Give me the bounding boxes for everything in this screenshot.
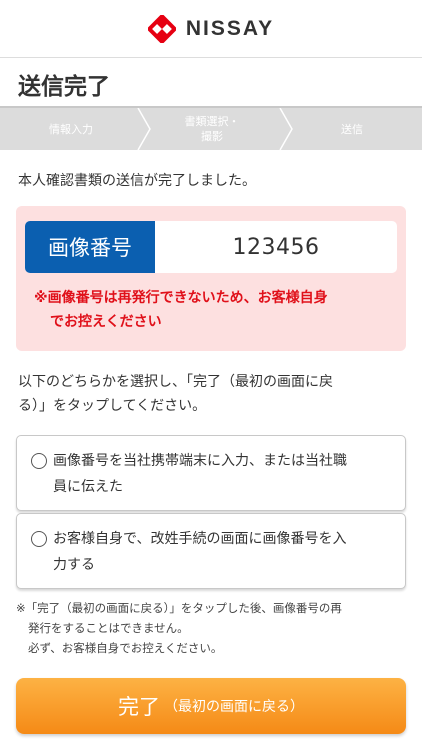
option-label-line1: 画像番号を当社携帯端末に入力、または当社職: [53, 453, 347, 469]
note-line3: 必ず、お客様自身でお控えください。: [28, 641, 223, 655]
option-self-entry[interactable]: お客様自身で、改姓手続の画面に画像番号を入 力する: [16, 513, 406, 589]
note-line1: ※「完了（最初の画面に戻る）」をタップした後、画像番号の再: [16, 601, 342, 615]
step-label: 書類選択・: [184, 115, 240, 128]
done-button-label: 完了: [118, 696, 160, 719]
step-label-line2: 撮影: [201, 130, 223, 143]
image-number-warning: ※画像番号は再発行できないため、お客様自身 でお控えください: [34, 286, 394, 334]
step-document-select: 書類選択・ 撮影: [142, 108, 282, 150]
warning-line1: ※画像番号は再発行できないため、お客様自身: [34, 290, 328, 306]
step-label: 情報入力: [49, 122, 93, 136]
completion-message: 本人確認書類の送信が完了しました。: [18, 173, 256, 189]
nissay-logo-icon: [147, 14, 176, 43]
done-button[interactable]: 完了 （最初の画面に戻る）: [16, 678, 406, 734]
step-label: 送信: [341, 122, 363, 136]
page-title: 送信完了: [18, 74, 110, 100]
brand-name: NISSAY: [185, 16, 275, 40]
image-number-value: 123456: [232, 234, 320, 260]
radio-button-icon[interactable]: [31, 531, 47, 547]
selection-instruction: 以下のどちらかを選択し、「完了（最初の画面に戻 る）」をタップしてください。: [18, 370, 408, 418]
progress-steps: 情報入力 書類選択・ 撮影 送信: [0, 108, 422, 150]
step-send: 送信: [282, 108, 422, 150]
notes: ※「完了（最初の画面に戻る）」をタップした後、画像番号の再 発行をすることはでき…: [16, 598, 412, 658]
warning-line2: でお控えください: [50, 314, 162, 330]
radio-button-icon[interactable]: [31, 453, 47, 469]
image-number-row: 画像番号 123456: [25, 221, 397, 273]
image-number-label: 画像番号: [25, 221, 155, 273]
option-label-line1: お客様自身で、改姓手続の画面に画像番号を入: [53, 531, 347, 547]
step-info-input: 情報入力: [0, 108, 142, 150]
note-line2: 発行をすることはできません。: [28, 621, 189, 635]
instruction-line2: る）」をタップしてください。: [18, 398, 207, 414]
option-label-line2: 員に伝えた: [53, 479, 123, 495]
done-button-sublabel: （最初の画面に戻る）: [164, 698, 304, 714]
instruction-line1: 以下のどちらかを選択し、「完了（最初の画面に戻: [18, 374, 333, 390]
app-header: NISSAY: [0, 0, 422, 58]
image-number-panel: 画像番号 123456 ※画像番号は再発行できないため、お客様自身 でお控えくだ…: [16, 206, 406, 351]
option-entered-on-device[interactable]: 画像番号を当社携帯端末に入力、または当社職 員に伝えた: [16, 435, 406, 511]
option-label-line2: 力する: [53, 557, 95, 573]
